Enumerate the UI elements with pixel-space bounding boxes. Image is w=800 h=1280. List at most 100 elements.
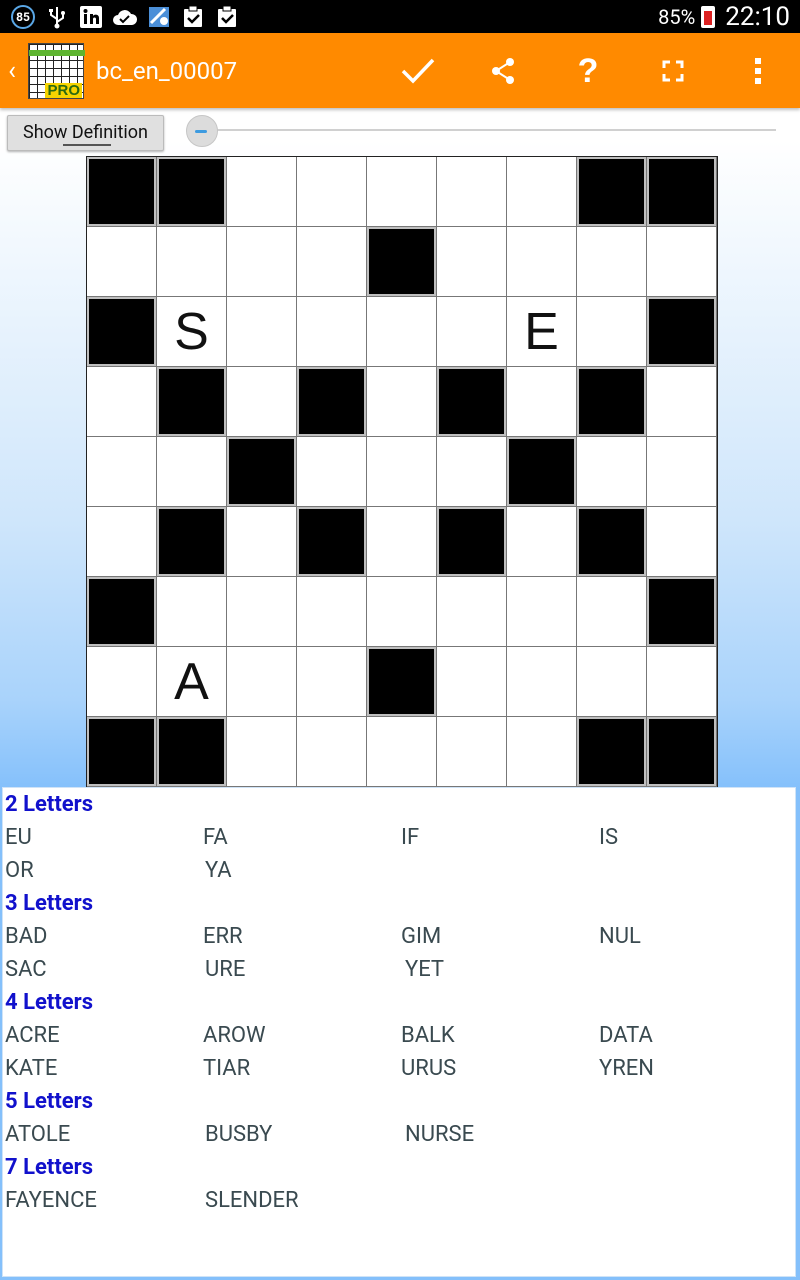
grid-cell[interactable] <box>227 577 297 647</box>
grid-cell[interactable] <box>507 227 577 297</box>
word-item[interactable]: BALK <box>399 1019 597 1052</box>
word-item[interactable]: ACRE <box>3 1019 201 1052</box>
word-item[interactable]: DATA <box>597 1019 795 1052</box>
word-item[interactable]: IF <box>399 821 597 854</box>
grid-cell[interactable] <box>297 717 367 787</box>
grid-cell[interactable] <box>437 227 507 297</box>
grid-cell[interactable] <box>227 227 297 297</box>
word-item[interactable]: SLENDER <box>203 1184 403 1217</box>
overflow-menu-button[interactable] <box>715 33 800 108</box>
grid-cell[interactable] <box>227 507 297 577</box>
grid-cell[interactable] <box>437 577 507 647</box>
grid-cell[interactable] <box>367 437 437 507</box>
zoom-slider-track[interactable] <box>200 129 776 131</box>
word-item[interactable]: BAD <box>3 920 201 953</box>
grid-cell[interactable] <box>437 437 507 507</box>
grid-cell[interactable] <box>647 647 717 717</box>
grid-cell[interactable] <box>87 227 157 297</box>
grid-cell[interactable] <box>577 437 647 507</box>
grid-cell[interactable]: S <box>157 297 227 367</box>
grid-cell[interactable] <box>297 577 367 647</box>
word-item[interactable]: AROW <box>201 1019 399 1052</box>
grid-cell[interactable] <box>367 577 437 647</box>
word-item[interactable]: IS <box>597 821 795 854</box>
grid-cell[interactable] <box>297 437 367 507</box>
grid-cell[interactable] <box>577 647 647 717</box>
word-item[interactable]: ATOLE <box>3 1118 203 1151</box>
grid-cell[interactable] <box>227 367 297 437</box>
word-item[interactable]: ERR <box>201 920 399 953</box>
word-item[interactable]: BUSBY <box>203 1118 403 1151</box>
grid-cell[interactable]: E <box>507 297 577 367</box>
grid-cell[interactable] <box>227 717 297 787</box>
grid-cell[interactable] <box>297 227 367 297</box>
word-item[interactable]: NURSE <box>403 1118 603 1151</box>
grid-cell[interactable] <box>507 577 577 647</box>
word-group-header: 7 Letters <box>5 1155 93 1180</box>
word-item[interactable]: NUL <box>597 920 795 953</box>
crossword-grid[interactable]: S E A <box>86 156 718 788</box>
grid-cell[interactable] <box>87 507 157 577</box>
word-item[interactable]: KATE <box>3 1052 201 1085</box>
word-item[interactable]: URE <box>203 953 403 986</box>
grid-cell[interactable] <box>157 577 227 647</box>
grid-cell[interactable] <box>507 157 577 227</box>
grid-cell[interactable] <box>367 507 437 577</box>
back-chevron-icon[interactable]: ‹ <box>2 56 22 86</box>
word-item[interactable]: TIAR <box>201 1052 399 1085</box>
grid-cell[interactable] <box>577 297 647 367</box>
grid-cell[interactable] <box>577 227 647 297</box>
grid-cell[interactable] <box>437 157 507 227</box>
grid-cell[interactable] <box>647 507 717 577</box>
grid-cell[interactable] <box>227 297 297 367</box>
fullscreen-button[interactable] <box>630 33 715 108</box>
grid-cell[interactable] <box>647 227 717 297</box>
word-item[interactable]: YA <box>203 854 403 887</box>
grid-cell[interactable] <box>297 297 367 367</box>
grid-cell[interactable] <box>367 297 437 367</box>
grid-cell[interactable] <box>507 647 577 717</box>
word-item[interactable]: FA <box>201 821 399 854</box>
grid-cell[interactable] <box>297 647 367 717</box>
grid-cell[interactable]: A <box>157 647 227 717</box>
share-icon <box>491 57 514 84</box>
zoom-slider-thumb[interactable] <box>186 115 218 147</box>
grid-cell[interactable] <box>367 717 437 787</box>
show-definition-button[interactable]: Show Definition <box>7 115 164 151</box>
grid-cell[interactable] <box>647 437 717 507</box>
word-item[interactable]: URUS <box>399 1052 597 1085</box>
grid-cell[interactable] <box>227 647 297 717</box>
word-item[interactable]: SAC <box>3 953 203 986</box>
grid-cell[interactable] <box>367 157 437 227</box>
grid-cell[interactable] <box>437 647 507 717</box>
word-item[interactable]: GIM <box>399 920 597 953</box>
grid-cell[interactable] <box>577 577 647 647</box>
check-button[interactable] <box>375 33 460 108</box>
grid-cell[interactable] <box>297 157 367 227</box>
app-logo[interactable]: PRO <box>28 42 85 99</box>
vpn-icon <box>146 5 172 29</box>
share-button[interactable] <box>460 33 545 108</box>
grid-cell[interactable] <box>157 227 227 297</box>
grid-cell[interactable] <box>507 507 577 577</box>
grid-cell[interactable] <box>437 717 507 787</box>
grid-cell[interactable] <box>507 367 577 437</box>
word-item[interactable]: FAYENCE <box>3 1184 203 1217</box>
grid-cell[interactable] <box>87 367 157 437</box>
word-item[interactable]: EU <box>3 821 201 854</box>
clock: 22:10 <box>725 1 790 32</box>
grid-cell[interactable] <box>367 367 437 437</box>
grid-cell[interactable] <box>87 437 157 507</box>
word-item[interactable]: OR <box>3 854 203 887</box>
grid-cell[interactable] <box>507 717 577 787</box>
grid-cell-blocked <box>647 577 717 647</box>
grid-cell[interactable] <box>87 647 157 717</box>
help-button[interactable]: ? <box>545 33 630 108</box>
grid-cell[interactable] <box>227 157 297 227</box>
grid-cell-blocked <box>577 717 647 787</box>
word-item[interactable]: YREN <box>597 1052 795 1085</box>
grid-cell[interactable] <box>157 437 227 507</box>
grid-cell[interactable] <box>647 367 717 437</box>
word-item[interactable]: YET <box>403 953 603 986</box>
grid-cell[interactable] <box>437 297 507 367</box>
